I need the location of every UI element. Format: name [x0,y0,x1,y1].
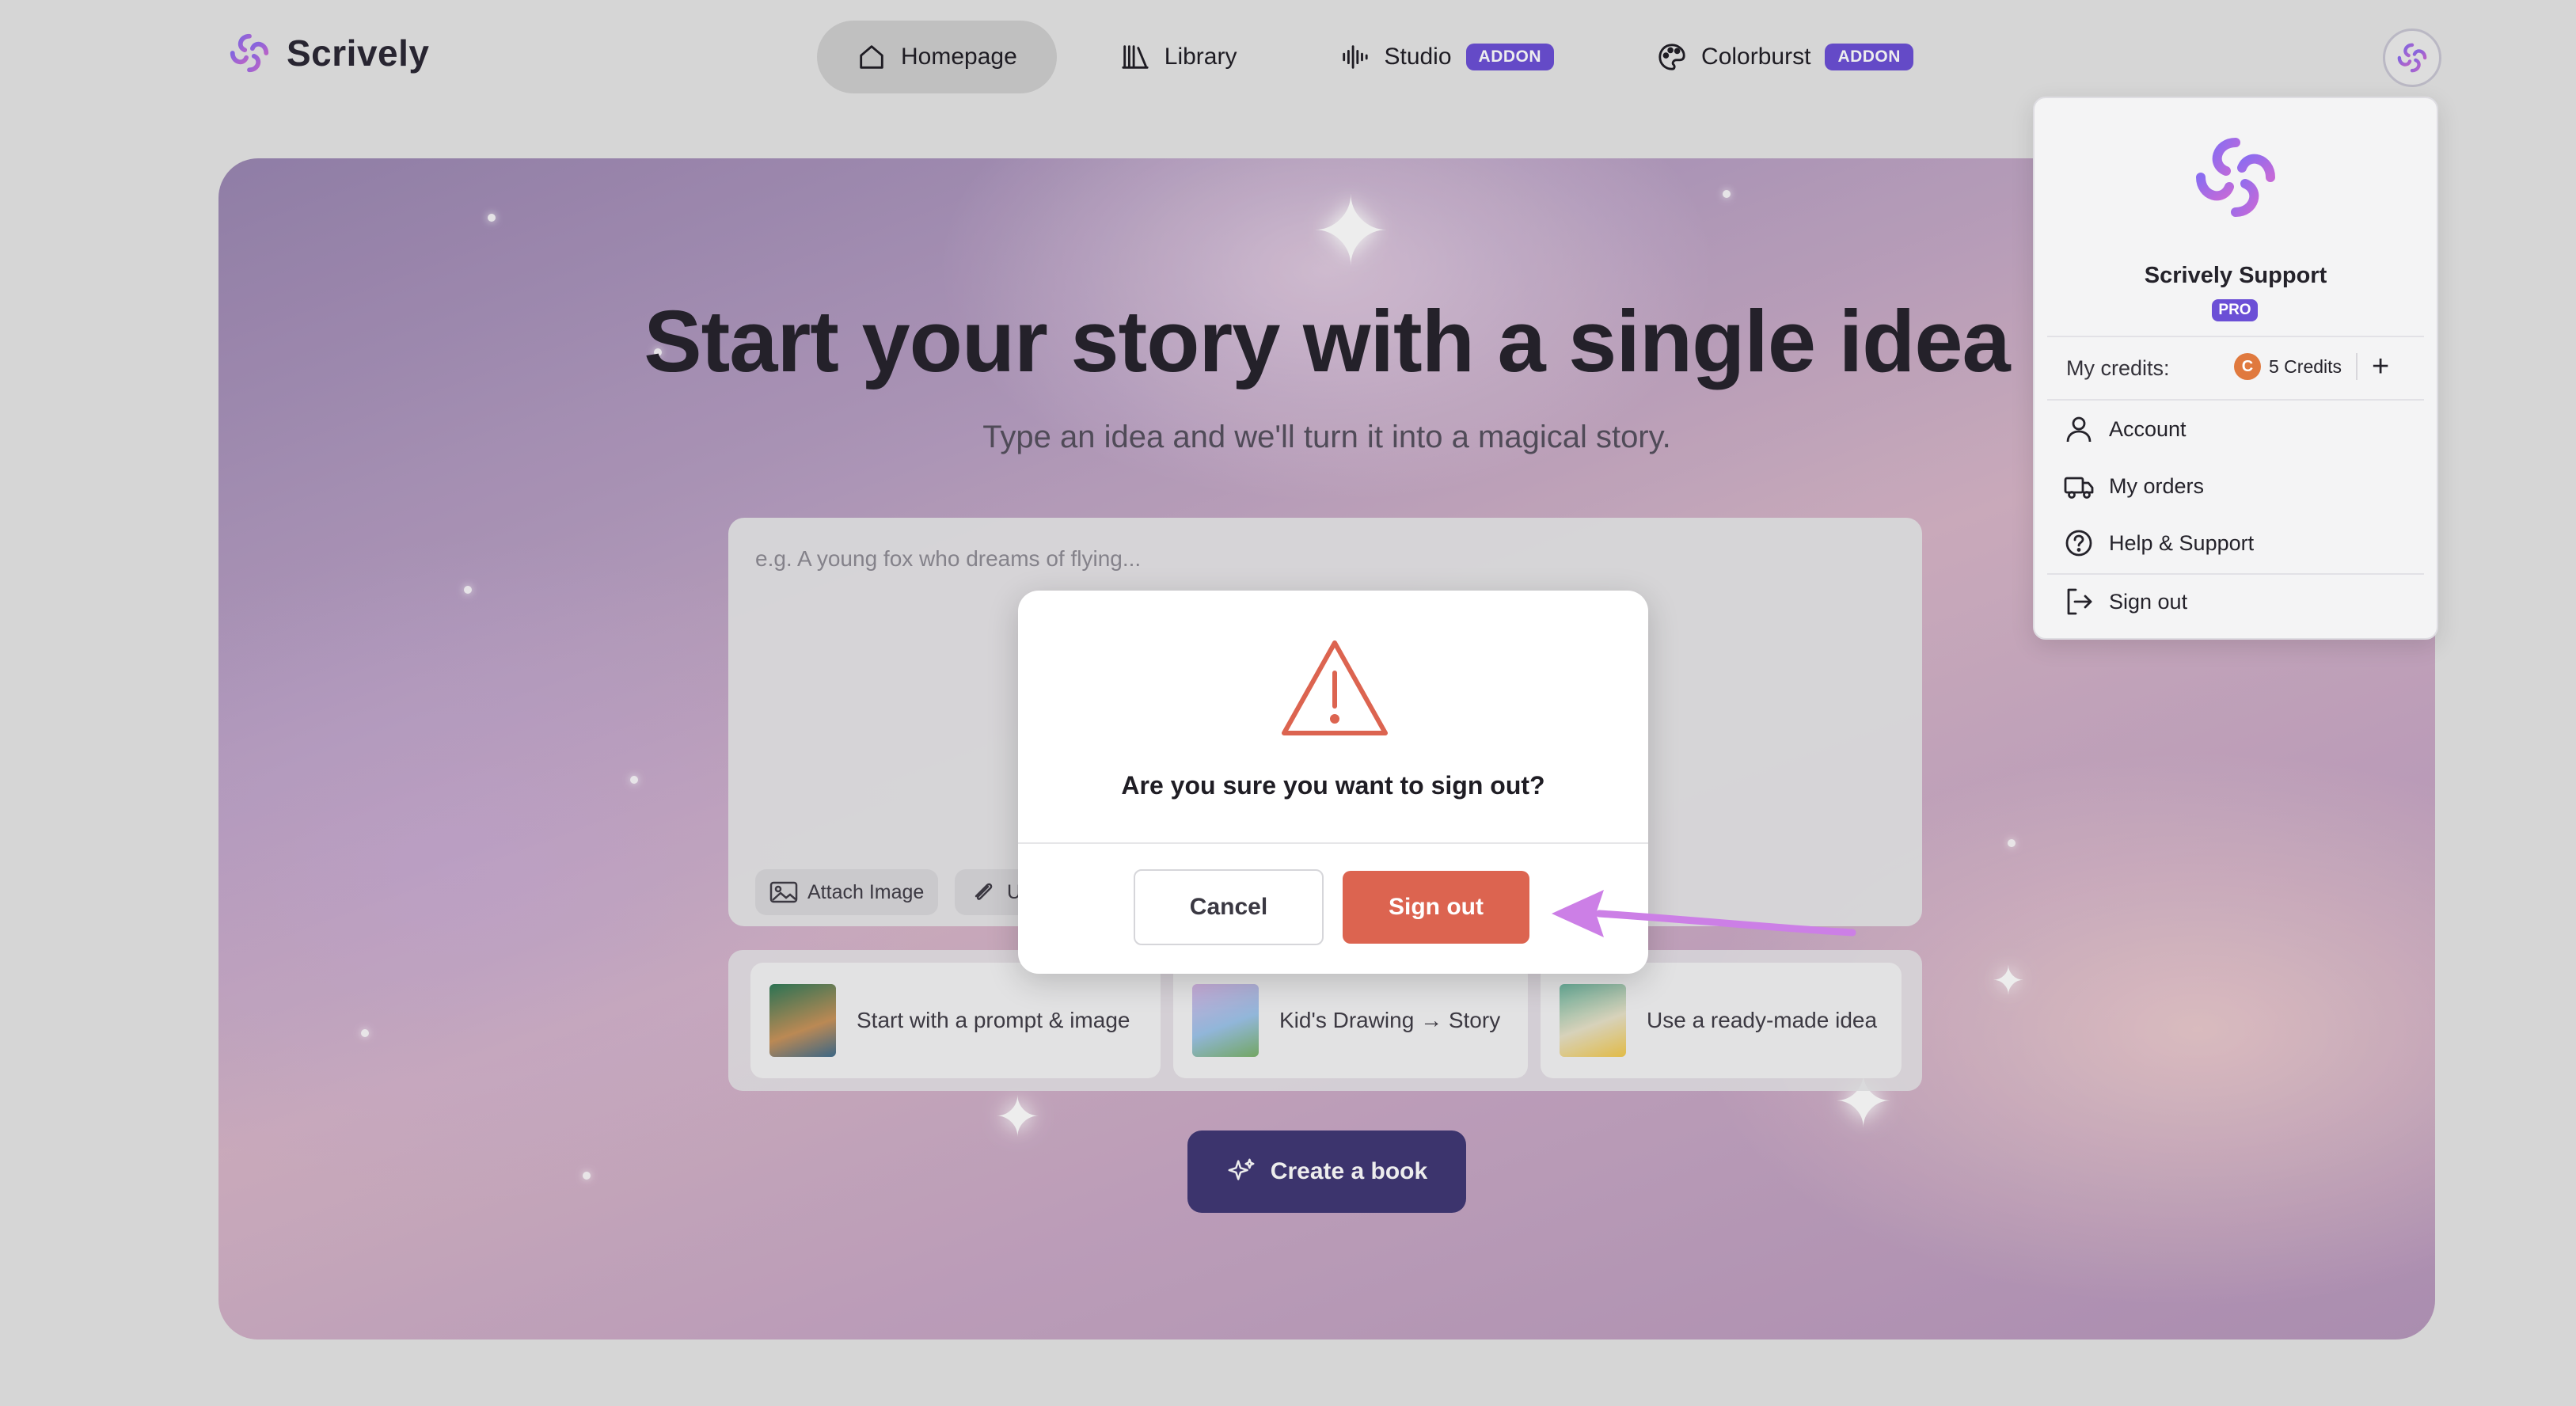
paperclip-icon [975,883,993,900]
menu-divider [2047,336,2424,337]
star-dot [630,776,638,784]
top-navigation: Scrively Homepage Library Studio ADDON C… [0,0,2576,111]
studio-addon-badge: ADDON [1465,44,1555,70]
credits-value: 5 Credits [2269,355,2342,377]
nav-colorburst-label: Colorburst [1701,44,1811,70]
credit-coin-icon: C [2234,353,2261,380]
menu-item-my-orders-label: My orders [2109,473,2205,498]
credits-label: My credits: [2066,356,2170,380]
star-dot [583,1172,591,1180]
truck-icon [2064,477,2094,499]
idea-thumbnail [1560,984,1626,1057]
home-icon [860,45,883,69]
image-icon [769,881,798,903]
user-menu-dropdown: Scrively Support PRO My credits: C 5 Cre… [2033,97,2438,640]
nav-studio-label: Studio [1384,44,1452,70]
sparkle-decoration: ✦ [994,1086,1041,1148]
tile-ready-idea[interactable]: Use a ready-made idea [1541,963,1902,1078]
tile-prompt-image-label: Start with a prompt & image [857,1008,1130,1032]
sign-out-dialog: Are you sure you want to sign out? Cance… [1018,591,1648,974]
create-book-label: Create a book [1270,1158,1428,1184]
credits-separator [2356,353,2358,380]
menu-item-help-support-label: Help & Support [2109,530,2255,555]
star-dot [1723,190,1731,198]
sparkle-decoration: ✦ [1992,959,2025,1003]
menu-divider [2047,399,2424,401]
brand-logo[interactable]: Scrively [226,30,429,76]
dialog-message: Are you sure you want to sign out? [1121,771,1545,800]
add-credits-plus-icon[interactable]: + [2372,352,2389,382]
menu-item-account[interactable]: Account [2063,413,2187,445]
user-avatar-button[interactable] [2383,28,2441,87]
main-nav: Homepage Library Studio ADDON Colorburst… [817,21,1953,93]
menu-item-account-label: Account [2109,416,2187,441]
logout-icon [2067,588,2092,615]
warning-triangle-icon [1282,640,1388,735]
palette-icon [1658,44,1685,70]
menu-item-help-support[interactable]: Help & Support [2063,527,2254,559]
create-book-button[interactable]: Create a book [1187,1130,1466,1213]
brand-name: Scrively [287,32,430,74]
star-dot [361,1029,369,1037]
star-dot [2008,839,2016,847]
book-cover-thumbnail [769,984,836,1057]
star-dot [464,586,472,594]
tile-kids-drawing-label: Kid's Drawing → Story [1279,1008,1501,1032]
star-dot [488,214,496,222]
user-display-name: Scrively Support [2144,263,2327,288]
attach-image-label: Attach Image [807,880,925,903]
menu-item-sign-out-label: Sign out [2109,589,2188,614]
scrively-logo-icon [2196,138,2275,217]
scrively-avatar-icon [2397,43,2427,73]
confirm-sign-out-button[interactable]: Sign out [1343,871,1529,944]
tile-prompt-image[interactable]: Start with a prompt & image [750,963,1161,1078]
credits-display: C 5 Credits + [2234,352,2389,382]
nav-studio[interactable]: Studio ADDON [1300,21,1594,93]
tile-kids-drawing[interactable]: Kid's Drawing → Story [1173,963,1528,1078]
menu-item-sign-out[interactable]: Sign out [2063,586,2187,618]
colorburst-addon-badge: ADDON [1825,44,1913,70]
pro-plan-badge: PRO [2212,299,2258,321]
dialog-divider [1018,842,1648,844]
menu-divider [2047,573,2424,575]
library-icon [1122,45,1149,69]
sparkles-icon [1228,1158,1255,1180]
user-icon [2066,416,2092,443]
drawing-thumbnail [1192,984,1259,1057]
nav-colorburst[interactable]: Colorburst ADDON [1617,21,1953,93]
cancel-button[interactable]: Cancel [1134,869,1324,945]
nav-homepage[interactable]: Homepage [817,21,1057,93]
nav-library[interactable]: Library [1081,21,1277,93]
nav-homepage-label: Homepage [901,44,1017,70]
attach-image-button[interactable]: Attach Image [755,869,939,915]
prompt-placeholder: e.g. A young fox who dreams of flying... [755,546,1142,571]
audio-waveform-icon [1343,45,1369,69]
tile-ready-idea-label: Use a ready-made idea [1647,1008,1878,1032]
sparkle-decoration: ✦ [1311,179,1391,285]
menu-item-my-orders[interactable]: My orders [2063,470,2204,502]
nav-library-label: Library [1164,44,1237,70]
help-circle-icon [2065,530,2092,557]
scrively-logo-icon [230,33,269,73]
